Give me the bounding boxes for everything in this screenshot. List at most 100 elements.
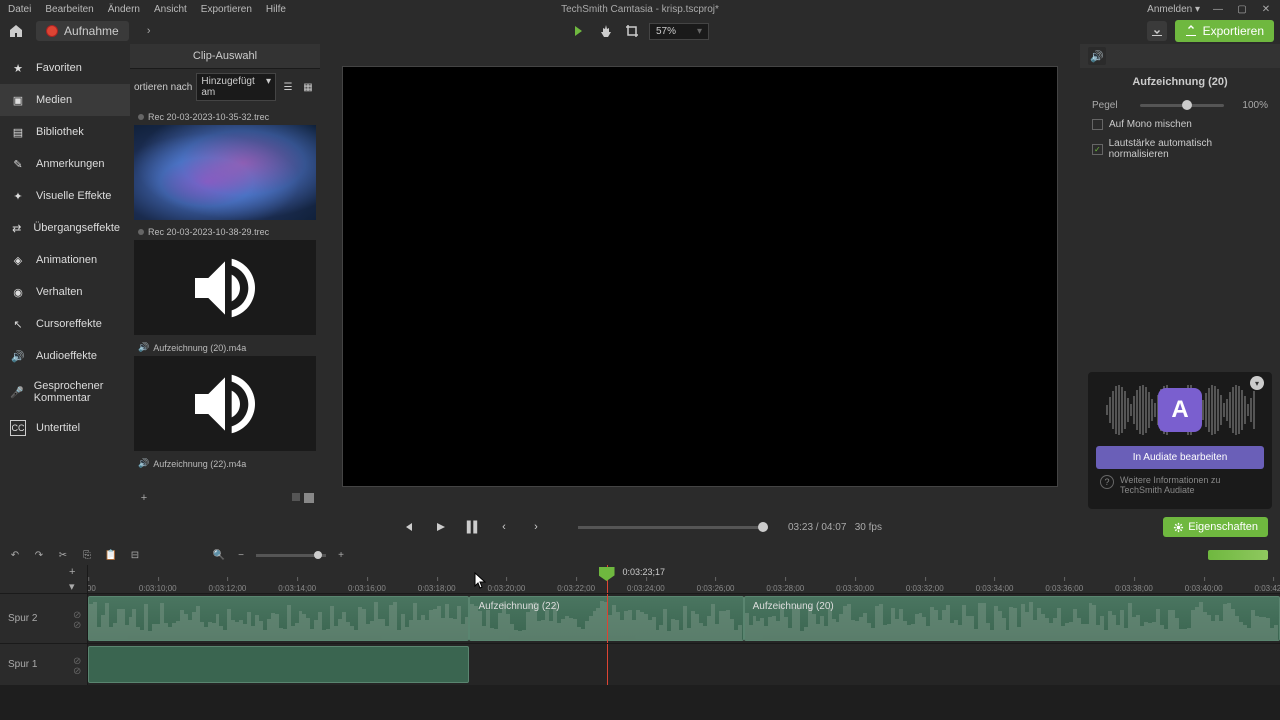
paste-button[interactable]: 📋 — [104, 548, 118, 562]
menubar: Datei Bearbeiten Ändern Ansicht Exportie… — [0, 0, 1280, 18]
sidebar-item-uebergangseffekte[interactable]: ⇄Übergangseffekte — [0, 212, 130, 244]
menu-exportieren[interactable]: Exportieren — [201, 4, 252, 15]
add-track-button[interactable]: + — [69, 566, 81, 578]
media-panel-title: Clip-Auswahl — [130, 44, 320, 69]
playhead-marker-icon[interactable] — [599, 567, 615, 581]
media-item[interactable]: Rec 20-03-2023-10-35-32.trec — [134, 109, 316, 220]
view-grid-button[interactable]: ▦ — [300, 79, 316, 95]
track-link-icon[interactable]: ⊘ — [73, 610, 81, 618]
maximize-button[interactable]: ▢ — [1236, 3, 1248, 15]
split-button[interactable]: ⊟ — [128, 548, 142, 562]
download-button[interactable] — [1147, 21, 1167, 41]
menu-datei[interactable]: Datei — [8, 4, 31, 15]
preview-canvas[interactable] — [342, 66, 1058, 487]
sidebar-item-medien[interactable]: ▣Medien — [0, 84, 130, 116]
sidebar-item-verhalten[interactable]: ◉Verhalten — [0, 276, 130, 308]
properties-title: Aufzeichnung (20) — [1080, 68, 1280, 96]
media-item[interactable]: 🔊Aufzeichnung (22).m4a — [134, 455, 316, 472]
sidebar-item-cursoreffekte[interactable]: ↖Cursoreffekte — [0, 308, 130, 340]
record-button[interactable]: Aufnahme — [36, 21, 129, 41]
sidebar: ★Favoriten ▣Medien ▤Bibliothek ✎Anmerkun… — [0, 44, 130, 509]
gain-value: 100% — [1232, 100, 1268, 111]
playback-time: 03:23 / 04:07 30 fps — [788, 522, 882, 533]
zoom-search-icon: 🔍 — [212, 548, 226, 562]
sidebar-item-untertitel[interactable]: CCUntertitel — [0, 412, 130, 444]
media-item[interactable]: 🔊Aufzeichnung (20).m4a — [134, 339, 316, 451]
timeline-zoom-slider[interactable] — [256, 554, 326, 557]
info-icon[interactable]: ? — [1100, 475, 1114, 489]
play-button[interactable] — [430, 517, 450, 537]
sidebar-item-favoriten[interactable]: ★Favoriten — [0, 52, 130, 84]
pan-mode-button[interactable] — [597, 22, 615, 40]
audio-tab-button[interactable]: 🔊 — [1088, 47, 1106, 65]
timeline-track: Spur 1⊘⊘ — [0, 643, 1280, 685]
sidebar-item-audioeffekte[interactable]: 🔊Audioeffekte — [0, 340, 130, 372]
pause-button[interactable] — [459, 514, 485, 540]
zoom-out-button[interactable]: − — [234, 548, 248, 562]
audiate-edit-button[interactable]: In Audiate bearbeiten — [1096, 446, 1264, 469]
track-label[interactable]: Spur 1⊘⊘ — [0, 644, 88, 685]
panel-size-large[interactable] — [304, 493, 314, 503]
view-list-button[interactable]: ☰ — [280, 79, 296, 95]
timeline-overview[interactable] — [1208, 550, 1268, 560]
timeline-track: Spur 2⊘⊘ Aufzeichnung (22)Aufzeichnung (… — [0, 593, 1280, 643]
sidebar-item-kommentar[interactable]: 🎤Gesprochener Kommentar — [0, 372, 130, 412]
sidebar-item-visuelle-effekte[interactable]: ✦Visuelle Effekte — [0, 180, 130, 212]
zoom-in-button[interactable]: + — [334, 548, 348, 562]
audio-icon: 🔊 — [10, 348, 26, 364]
track-content[interactable] — [88, 644, 1280, 685]
sidebar-item-animationen[interactable]: ◈Animationen — [0, 244, 130, 276]
canvas-zoom-dropdown[interactable]: 57%▾ — [649, 23, 709, 40]
gain-slider[interactable] — [1140, 104, 1224, 107]
mono-label: Auf Mono mischen — [1109, 119, 1192, 130]
export-button[interactable]: Exportieren — [1175, 20, 1274, 42]
redo-button[interactable]: ↷ — [32, 548, 46, 562]
copy-button[interactable]: ⎘ — [80, 548, 94, 562]
add-media-button[interactable]: + — [136, 490, 152, 506]
timeline-ruler[interactable]: 0:03:23;17 8;000:03:10;000:03:12;000:03:… — [88, 565, 1280, 593]
main-area: ★Favoriten ▣Medien ▤Bibliothek ✎Anmerkun… — [0, 44, 1280, 509]
mouse-cursor-icon — [474, 572, 488, 590]
menu-bearbeiten[interactable]: Bearbeiten — [45, 4, 93, 15]
sort-label: ortieren nach — [134, 82, 192, 93]
track-label[interactable]: Spur 2⊘⊘ — [0, 594, 88, 643]
edit-mode-button[interactable] — [571, 22, 589, 40]
step-forward-button[interactable]: › — [526, 517, 546, 537]
step-back-button[interactable]: ‹ — [494, 517, 514, 537]
menu-hilfe[interactable]: Hilfe — [266, 4, 286, 15]
track-content[interactable]: Aufzeichnung (22)Aufzeichnung (20) — [88, 594, 1280, 643]
audiate-logo-icon: A — [1158, 388, 1202, 432]
track-lock-icon[interactable]: ⊘ — [73, 666, 81, 674]
normalize-checkbox[interactable] — [1092, 144, 1103, 155]
home-button[interactable] — [6, 21, 26, 41]
media-item[interactable]: Rec 20-03-2023-10-38-29.trec — [134, 224, 316, 335]
properties-button[interactable]: Eigenschaften — [1163, 517, 1268, 537]
track-lock-icon[interactable]: ⊘ — [73, 620, 81, 628]
canvas-area — [320, 44, 1080, 509]
sidebar-item-anmerkungen[interactable]: ✎Anmerkungen — [0, 148, 130, 180]
track-menu-button[interactable]: ▾ — [69, 580, 81, 592]
mono-checkbox[interactable] — [1092, 119, 1103, 130]
menu-ansicht[interactable]: Ansicht — [154, 4, 187, 15]
sort-dropdown[interactable]: Hinzugefügt am▾ — [196, 73, 276, 101]
menu-aendern[interactable]: Ändern — [108, 4, 140, 15]
cursor-icon: ↖ — [10, 316, 26, 332]
playhead[interactable]: 0:03:23;17 — [607, 565, 608, 593]
signin-link[interactable]: Anmelden ▾ — [1147, 4, 1200, 15]
media-list: Rec 20-03-2023-10-35-32.trec Rec 20-03-2… — [130, 105, 320, 487]
minimize-button[interactable]: — — [1212, 3, 1224, 15]
prev-clip-button[interactable] — [398, 517, 418, 537]
window-title: TechSmith Camtasia - krisp.tscproj* — [561, 4, 719, 15]
toolbar: Aufnahme › 57%▾ Exportieren — [0, 18, 1280, 44]
record-chevron[interactable]: › — [139, 21, 159, 41]
cut-button[interactable]: ✂ — [56, 548, 70, 562]
crop-mode-button[interactable] — [623, 22, 641, 40]
close-button[interactable]: ✕ — [1260, 3, 1272, 15]
undo-button[interactable]: ↶ — [8, 548, 22, 562]
panel-size-small[interactable] — [292, 493, 300, 501]
sidebar-item-bibliothek[interactable]: ▤Bibliothek — [0, 116, 130, 148]
playback-bar: ‹ › 03:23 / 04:07 30 fps Eigenschaften — [0, 509, 1280, 545]
audio-indicator-icon: 🔊 — [138, 342, 149, 353]
playback-slider[interactable] — [578, 526, 768, 529]
track-link-icon[interactable]: ⊘ — [73, 656, 81, 664]
